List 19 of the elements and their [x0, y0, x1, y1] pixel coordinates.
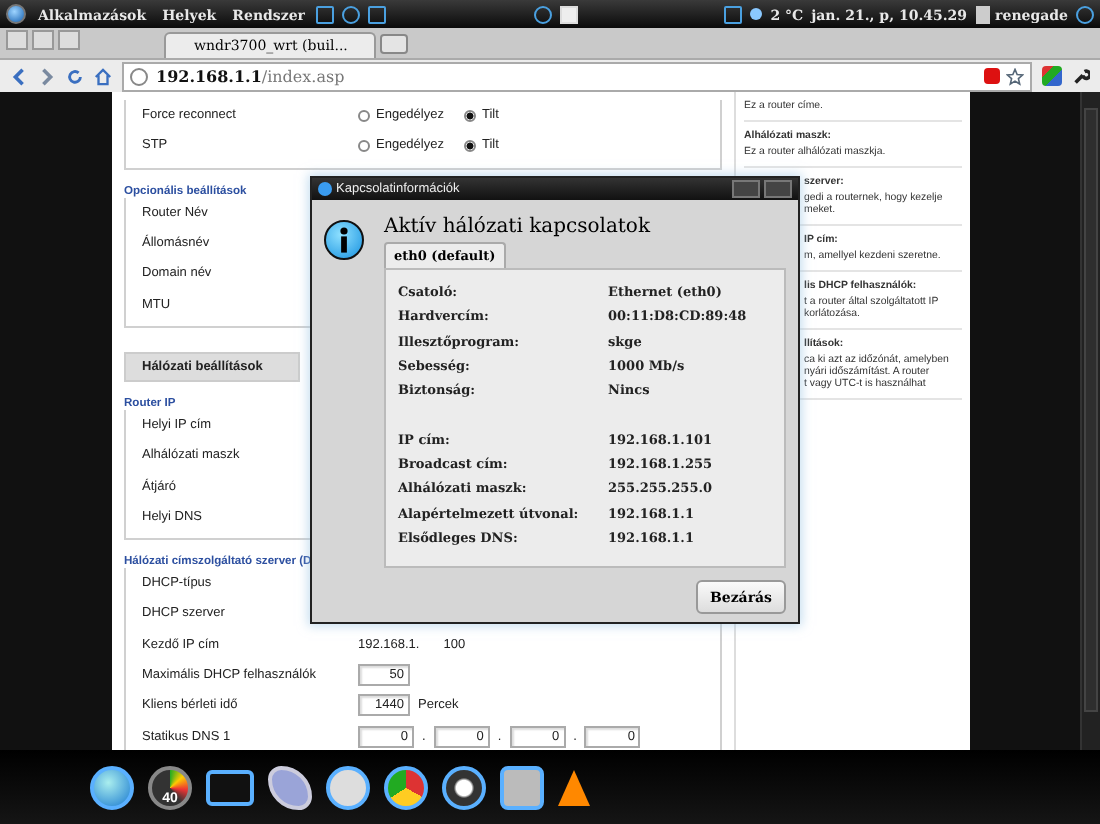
- address-bar[interactable]: 192.168.1.1/index.asp: [122, 61, 1032, 91]
- window-icon[interactable]: [724, 5, 743, 23]
- scrollbar[interactable]: [1080, 92, 1100, 750]
- home-icon[interactable]: [94, 67, 112, 85]
- window-icon[interactable]: [368, 5, 387, 23]
- globe-icon[interactable]: [6, 4, 26, 24]
- reload-icon[interactable]: [66, 67, 84, 85]
- disc-icon[interactable]: [442, 765, 486, 809]
- back-icon[interactable]: [10, 67, 28, 85]
- info-icon: [318, 182, 332, 196]
- window-icon[interactable]: [316, 5, 335, 23]
- new-tab-button[interactable]: [380, 34, 408, 54]
- info-icon: [324, 220, 364, 260]
- forward-icon[interactable]: [38, 67, 56, 85]
- sphere-icon[interactable]: [90, 765, 134, 809]
- dialog-heading: Aktív hálózati kapcsolatok: [384, 216, 653, 238]
- cone-icon[interactable]: [558, 769, 590, 805]
- terminal-icon[interactable]: [206, 769, 254, 805]
- wrench-icon[interactable]: [1072, 67, 1090, 85]
